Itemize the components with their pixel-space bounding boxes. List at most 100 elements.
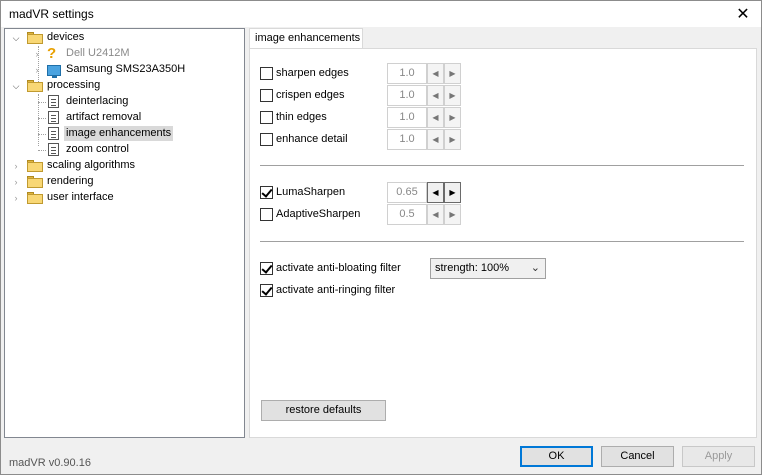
tree-item-samsung[interactable]: › Samsung SMS23A350H [5, 62, 244, 78]
folder-icon [27, 176, 43, 188]
crispen-edges-value[interactable]: 1.0 [387, 85, 427, 106]
version-label: madVR v0.90.16 [9, 457, 91, 469]
decrement-button[interactable]: ◀ [427, 204, 444, 225]
sharpen-edges-option[interactable]: sharpen edges [260, 65, 349, 81]
title-bar: madVR settings ✕ [1, 1, 761, 27]
tree-item-image-enhancements[interactable]: image enhancements [5, 126, 244, 142]
decrement-button[interactable]: ◀ [427, 129, 444, 150]
thin-edges-option[interactable]: thin edges [260, 109, 327, 125]
tree-item-processing[interactable]: ⌵ processing [5, 78, 244, 94]
checkbox-label: activate anti-ringing filter [276, 284, 396, 296]
increment-button[interactable]: ▶ [444, 63, 461, 84]
tree-item-devices[interactable]: ⌵ devices [5, 30, 244, 46]
arrow-right-icon: ▶ [449, 135, 456, 144]
tree-label: Dell U2412M [66, 47, 130, 59]
tree-item-rendering[interactable]: › rendering [5, 174, 244, 190]
tree-label: image enhancements [64, 126, 174, 141]
tab-image-enhancements[interactable]: image enhancements [249, 28, 363, 49]
apply-button[interactable]: Apply [682, 446, 755, 467]
separator [260, 165, 744, 166]
crispen-edges-checkbox[interactable] [260, 88, 273, 102]
thin-edges-value[interactable]: 1.0 [387, 107, 427, 128]
tree-item-deinterlacing[interactable]: deinterlacing [5, 94, 244, 110]
settings-window: madVR settings ✕ ⌵ devices › ? Dell U241… [0, 0, 762, 475]
arrow-right-icon: ▶ [449, 188, 456, 197]
document-icon [48, 111, 59, 124]
lumasharpen-option[interactable]: LumaSharpen [260, 184, 345, 200]
anti-ringing-checkbox[interactable] [260, 283, 273, 297]
checkbox-label: enhance detail [276, 133, 348, 145]
sharpen-edges-value[interactable]: 1.0 [387, 63, 427, 84]
tree-item-zoom-control[interactable]: zoom control [5, 142, 244, 158]
checkbox-label: sharpen edges [276, 67, 349, 79]
close-button[interactable]: ✕ [725, 1, 761, 27]
enhance-detail-option[interactable]: enhance detail [260, 131, 348, 147]
sharpen-edges-checkbox[interactable] [260, 66, 273, 80]
chevron-right-icon[interactable]: › [11, 193, 21, 203]
tree-item-dell[interactable]: › ? Dell U2412M [5, 46, 244, 62]
checkbox-label: LumaSharpen [276, 186, 346, 198]
adaptivesharpen-checkbox[interactable] [260, 207, 273, 221]
anti-bloating-checkbox[interactable] [260, 261, 273, 275]
monitor-icon [47, 65, 61, 78]
anti-bloating-option[interactable]: activate anti-bloating filter [260, 260, 401, 276]
enhance-detail-checkbox[interactable] [260, 132, 273, 146]
decrement-button[interactable]: ◀ [427, 182, 444, 203]
tree-label: processing [47, 79, 101, 91]
checkbox-label: thin edges [276, 111, 327, 123]
close-icon: ✕ [736, 6, 750, 23]
arrow-right-icon: ▶ [449, 210, 456, 219]
enhance-detail-value[interactable]: 1.0 [387, 129, 427, 150]
arrow-right-icon: ▶ [449, 91, 456, 100]
chevron-down-icon[interactable]: ⌵ [11, 81, 21, 91]
tree-item-scaling-algorithms[interactable]: › scaling algorithms [5, 158, 244, 174]
tree-label: Samsung SMS23A350H [66, 63, 186, 75]
arrow-left-icon: ◀ [432, 69, 439, 78]
arrow-left-icon: ◀ [432, 91, 439, 100]
cancel-button[interactable]: Cancel [601, 446, 674, 467]
chevron-right-icon[interactable]: › [11, 177, 21, 187]
folder-icon [27, 192, 43, 204]
increment-button[interactable]: ▶ [444, 204, 461, 225]
window-title: madVR settings [9, 7, 94, 21]
document-icon [48, 95, 59, 108]
decrement-button[interactable]: ◀ [427, 107, 444, 128]
arrow-right-icon: ▶ [449, 69, 456, 78]
question-icon: ? [47, 45, 57, 62]
restore-defaults-button[interactable]: restore defaults [261, 400, 386, 421]
adaptivesharpen-value[interactable]: 0.5 [387, 204, 427, 225]
tree-label: artifact removal [66, 111, 142, 123]
lumasharpen-value[interactable]: 0.65 [387, 182, 427, 203]
tree-item-user-interface[interactable]: › user interface [5, 190, 244, 206]
lumasharpen-checkbox[interactable] [260, 185, 273, 199]
increment-button[interactable]: ▶ [444, 107, 461, 128]
checkbox-label: crispen edges [276, 89, 345, 101]
decrement-button[interactable]: ◀ [427, 63, 444, 84]
checkbox-label: AdaptiveSharpen [276, 208, 361, 220]
tree-item-artifact-removal[interactable]: artifact removal [5, 110, 244, 126]
adaptivesharpen-option[interactable]: AdaptiveSharpen [260, 206, 360, 222]
chevron-down-icon[interactable]: ⌵ [11, 33, 21, 43]
strength-dropdown[interactable]: strength: 100% ⌄ [430, 258, 546, 279]
decrement-button[interactable]: ◀ [427, 85, 444, 106]
increment-button[interactable]: ▶ [444, 85, 461, 106]
document-icon [48, 143, 59, 156]
increment-button[interactable]: ▶ [444, 182, 461, 203]
chevron-right-icon[interactable]: › [11, 161, 21, 171]
crispen-edges-option[interactable]: crispen edges [260, 87, 345, 103]
thin-edges-checkbox[interactable] [260, 110, 273, 124]
folder-icon [27, 80, 43, 92]
arrow-left-icon: ◀ [432, 188, 439, 197]
ok-button[interactable]: OK [520, 446, 593, 467]
separator [260, 241, 744, 242]
arrow-right-icon: ▶ [449, 113, 456, 122]
chevron-right-icon[interactable]: › [32, 49, 42, 59]
tree-label: devices [47, 31, 85, 43]
checkbox-label: activate anti-bloating filter [276, 262, 401, 274]
chevron-right-icon[interactable]: › [32, 65, 42, 75]
chevron-down-icon: ⌄ [530, 262, 540, 274]
anti-ringing-option[interactable]: activate anti-ringing filter [260, 282, 395, 298]
folder-icon [27, 32, 43, 44]
tree-label: deinterlacing [66, 95, 129, 107]
increment-button[interactable]: ▶ [444, 129, 461, 150]
